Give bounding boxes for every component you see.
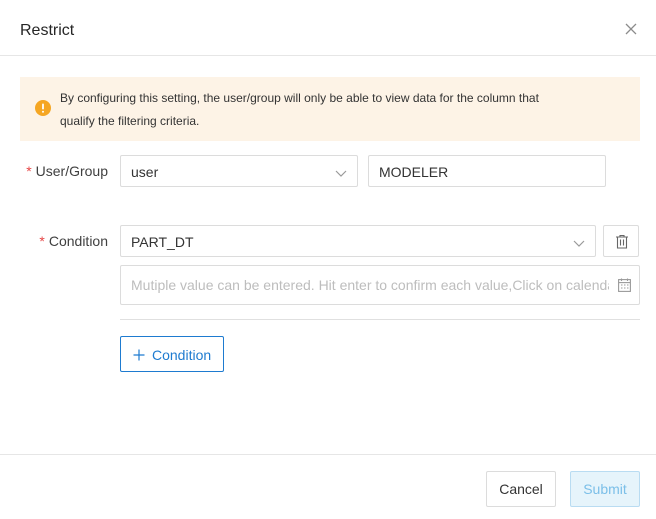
chevron-down-icon [335,166,347,178]
dialog-header: Restrict [0,0,656,56]
condition-divider [120,319,640,320]
footer-divider [0,454,656,455]
user-group-label: * User/Group [20,161,108,181]
add-condition-label: Condition [152,347,212,363]
user-name-input[interactable]: MODELER [368,155,606,187]
restrict-dialog: Restrict By configuring this setting, th… [0,0,656,519]
user-type-value: user [131,164,159,180]
user-name-value: MODELER [379,164,449,180]
user-type-select[interactable]: user [120,155,358,187]
condition-column-select[interactable]: PART_DT [120,225,596,257]
dialog-title: Restrict [20,22,75,39]
calendar-icon[interactable] [618,278,631,295]
condition-label-text: Condition [48,233,108,249]
condition-label: * Condition [20,231,108,251]
user-group-label-text: User/Group [35,163,108,179]
warning-icon [35,100,51,116]
cancel-button[interactable]: Cancel [486,471,556,507]
submit-button[interactable]: Submit [570,471,640,507]
plus-icon [133,348,145,361]
required-mark: * [39,233,45,249]
add-condition-button[interactable]: Condition [120,336,224,372]
required-mark: * [26,163,32,179]
condition-column-value: PART_DT [131,234,194,250]
alert-text-line-2: qualify the filtering criteria. [60,114,200,128]
alert-message: By configuring this setting, the user/gr… [60,87,620,133]
trash-icon [615,234,629,254]
alert-text-line-1: By configuring this setting, the user/gr… [60,91,539,105]
condition-values-input[interactable]: Mutiple value can be entered. Hit enter … [120,265,640,305]
close-icon[interactable] [622,20,640,38]
info-alert: By configuring this setting, the user/gr… [20,77,640,141]
chevron-down-icon [573,236,585,248]
delete-condition-button[interactable] [603,225,639,257]
condition-values-placeholder: Mutiple value can be entered. Hit enter … [131,277,609,293]
